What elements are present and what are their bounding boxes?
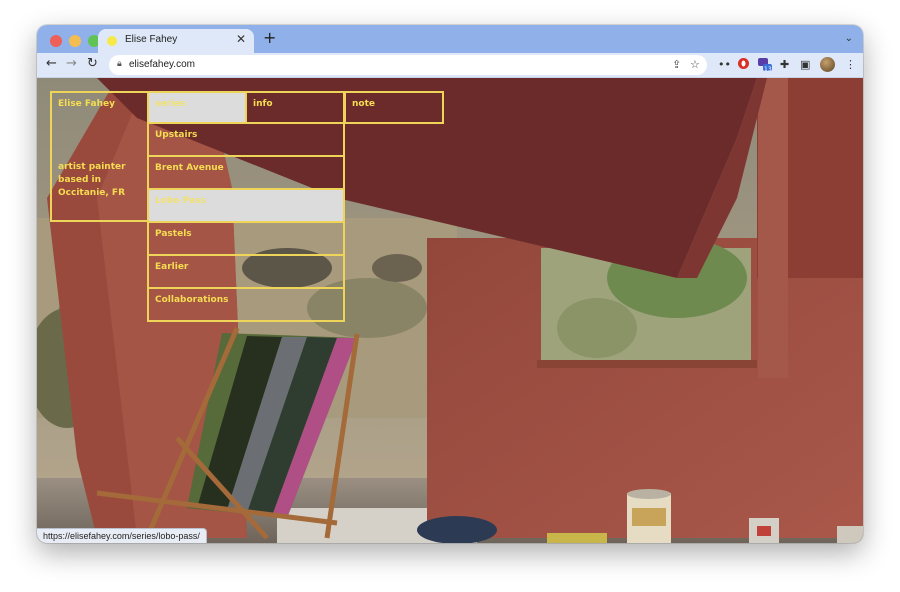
nav-info[interactable]: info [245, 91, 345, 124]
status-bar-url: https://elisefahey.com/series/lobo-pass/ [37, 528, 207, 543]
series-item-lobo-pass[interactable]: Lobo Pass [147, 188, 345, 223]
avatar[interactable] [820, 57, 835, 72]
site-favicon-icon [107, 36, 117, 46]
lock-icon: 🔒︎ [117, 59, 122, 69]
site-title[interactable]: Elise Fahey [58, 98, 141, 111]
sidebar-icon[interactable]: ▣ [800, 58, 810, 71]
minimize-window-button[interactable] [69, 35, 81, 47]
extension-badge-count: 13 [764, 66, 772, 73]
close-icon[interactable]: ✕ [236, 32, 246, 46]
browser-window: Elise Fahey ✕ + ⌄ ← → ↻ 🔒︎ elisefahey.co… [37, 25, 863, 543]
reload-icon[interactable]: ↻ [87, 56, 98, 71]
back-arrow-icon[interactable]: ← [46, 56, 57, 71]
url-text: elisefahey.com [129, 59, 195, 70]
browser-tab[interactable]: Elise Fahey ✕ [98, 29, 254, 53]
site-header-block: Elise Fahey artist painter based in Occi… [50, 91, 149, 222]
nav-note[interactable]: note [344, 91, 444, 124]
site-tagline: artist painter based in Occitanie, FR [58, 162, 126, 198]
star-icon[interactable]: ☆ [690, 58, 700, 71]
address-bar[interactable]: 🔒︎ elisefahey.com ⇪ ☆ [109, 55, 707, 75]
nav-series[interactable]: series [147, 91, 247, 124]
share-icon[interactable]: ⇪ [672, 58, 681, 71]
close-window-button[interactable] [50, 35, 62, 47]
tab-title: Elise Fahey [125, 34, 178, 45]
chevron-down-icon[interactable]: ⌄ [845, 33, 853, 44]
forward-arrow-icon[interactable]: → [66, 56, 77, 71]
series-item-earlier[interactable]: Earlier [147, 254, 345, 289]
extension-red-icon[interactable] [738, 58, 749, 72]
series-item-brent-avenue[interactable]: Brent Avenue [147, 155, 345, 190]
series-item-collaborations[interactable]: Collaborations [147, 287, 345, 322]
series-item-upstairs[interactable]: Upstairs [147, 122, 345, 157]
series-item-pastels[interactable]: Pastels [147, 221, 345, 256]
extension-arrows-icon[interactable]: •• [718, 58, 731, 71]
tab-bar: Elise Fahey ✕ + ⌄ [37, 25, 863, 53]
puzzle-icon[interactable]: ✚ [780, 58, 789, 71]
page-viewport: Elise Fahey artist painter based in Occi… [37, 78, 863, 543]
kebab-menu-icon[interactable]: ⋮ [845, 58, 856, 71]
plus-icon[interactable]: + [263, 30, 276, 46]
browser-toolbar: ← → ↻ 🔒︎ elisefahey.com ⇪ ☆ •• 13 ✚ ▣ ⋮ [37, 53, 863, 78]
